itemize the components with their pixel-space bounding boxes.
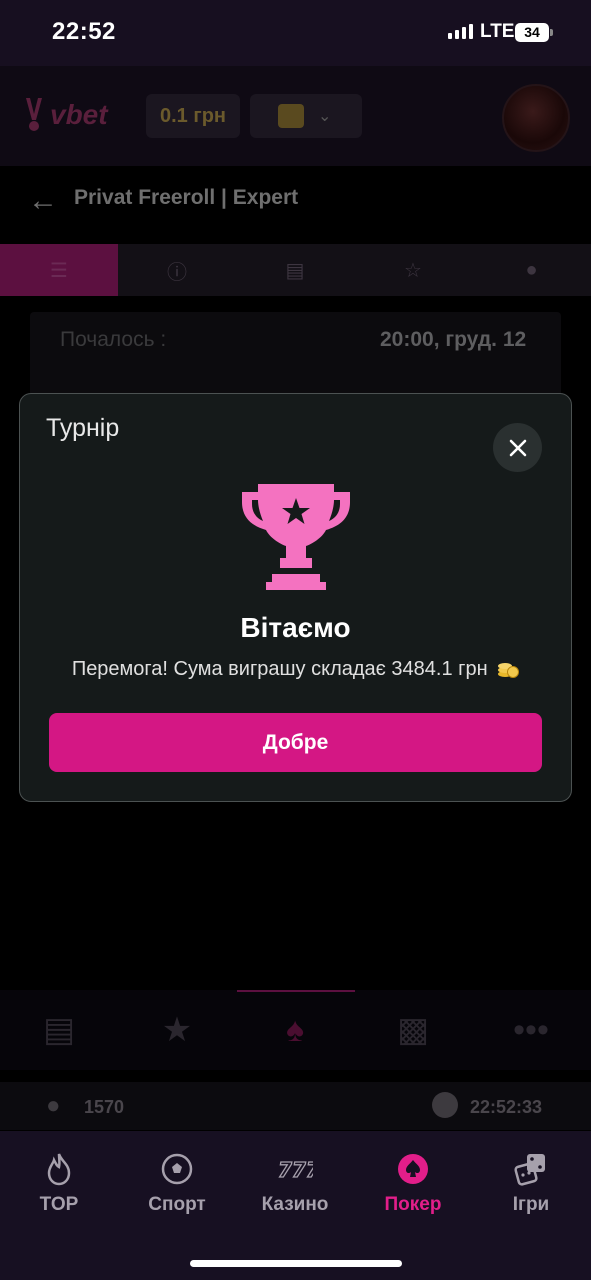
nav-label: Ігри bbox=[512, 1194, 550, 1215]
tab-calendar[interactable]: ▤ bbox=[236, 244, 354, 296]
wallet-dropdown[interactable] bbox=[250, 94, 362, 138]
list-icon: ☰ bbox=[50, 259, 68, 282]
svg-text:777: 777 bbox=[278, 1158, 313, 1182]
trophy-icon bbox=[242, 484, 350, 590]
info-icon: ⓘ bbox=[167, 261, 187, 284]
tab-list[interactable]: ☰ bbox=[0, 244, 118, 296]
back-arrow-icon[interactable]: ← bbox=[28, 184, 58, 218]
started-value: 20:00, груд. 12 bbox=[380, 328, 527, 351]
nav-label: Казино bbox=[261, 1194, 329, 1215]
nav-label: Покер bbox=[384, 1194, 442, 1215]
slot-777-icon: 777 bbox=[277, 1150, 313, 1188]
spade-icon[interactable]: ♠ bbox=[275, 1010, 315, 1050]
home-indicator[interactable] bbox=[190, 1260, 402, 1267]
vbet-logo-icon[interactable] bbox=[22, 96, 46, 132]
balance-display[interactable]: 0.1 грн bbox=[146, 94, 240, 138]
signal-icon bbox=[448, 24, 473, 39]
nav-label: Спорт bbox=[148, 1194, 206, 1215]
nav-item-games[interactable]: Ігри bbox=[472, 1150, 590, 1216]
dice-icon bbox=[513, 1150, 549, 1188]
ok-button[interactable]: Добре bbox=[49, 713, 542, 772]
star-icon[interactable]: ★ bbox=[157, 1010, 197, 1050]
calendar-icon: ▤ bbox=[285, 259, 305, 282]
network-label: LTE bbox=[480, 21, 515, 42]
coins-icon bbox=[498, 662, 520, 678]
dialog-title: Турнір bbox=[46, 414, 120, 442]
active-tab-indicator bbox=[237, 990, 355, 992]
started-label: Почалось : bbox=[60, 328, 167, 351]
soccer-ball-icon bbox=[160, 1150, 194, 1188]
user-icon: ● bbox=[46, 1092, 61, 1119]
nav-item-casino[interactable]: 777 Казино bbox=[236, 1150, 354, 1216]
avatar[interactable] bbox=[502, 84, 570, 152]
tab-players[interactable]: ● bbox=[472, 244, 591, 296]
clock-time: 22:52:33 bbox=[470, 1097, 543, 1117]
logo-text[interactable]: vbet bbox=[50, 99, 108, 131]
user-icon: ● bbox=[525, 258, 538, 281]
players-count: 1570 bbox=[84, 1097, 125, 1117]
poker-chip-icon bbox=[396, 1150, 430, 1188]
more-icon[interactable]: ••• bbox=[511, 1010, 551, 1050]
nav-label: TOP bbox=[39, 1194, 79, 1215]
nav-item-poker[interactable]: Покер bbox=[354, 1150, 472, 1216]
trophy-icon: ☆ bbox=[404, 259, 422, 282]
dialog-heading: Вітаємо bbox=[240, 612, 351, 643]
battery-tip bbox=[550, 29, 553, 36]
wallet-icon[interactable]: ▤ bbox=[39, 1010, 79, 1050]
flame-icon bbox=[44, 1150, 74, 1188]
nav-item-top[interactable]: TOP bbox=[0, 1150, 118, 1216]
nav-item-sport[interactable]: Спорт bbox=[118, 1150, 236, 1216]
clock-icon bbox=[432, 1092, 458, 1118]
dialog-message: Перемога! Сума виграшу складає 3484.1 гр… bbox=[71, 658, 488, 680]
tab-prizes[interactable]: ☆ bbox=[354, 244, 472, 296]
close-icon bbox=[509, 439, 526, 456]
wallet-icon bbox=[278, 104, 304, 128]
podium-icon[interactable]: ▩ bbox=[393, 1010, 433, 1050]
tab-info[interactable]: ⓘ bbox=[118, 244, 236, 296]
status-time: 22:52 bbox=[52, 18, 116, 45]
battery-icon: 34 bbox=[515, 23, 549, 42]
close-button[interactable] bbox=[493, 423, 542, 472]
page-title: Privat Freeroll | Expert bbox=[74, 186, 299, 209]
dialog-message-row: Перемога! Сума виграшу складає 3484.1 гр… bbox=[0, 658, 591, 681]
chevron-down-icon: ⌄ bbox=[318, 108, 332, 125]
